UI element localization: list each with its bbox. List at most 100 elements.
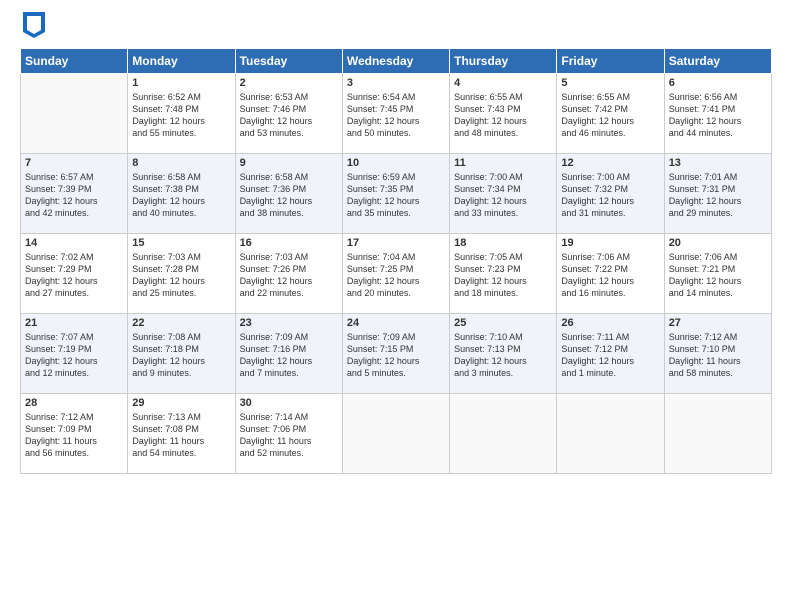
- day-cell: [342, 394, 449, 474]
- week-row-3: 14Sunrise: 7:02 AM Sunset: 7:29 PM Dayli…: [21, 234, 772, 314]
- day-number: 28: [25, 397, 123, 409]
- col-header-saturday: Saturday: [664, 49, 771, 74]
- day-cell: [450, 394, 557, 474]
- day-cell: 18Sunrise: 7:05 AM Sunset: 7:23 PM Dayli…: [450, 234, 557, 314]
- day-info: Sunrise: 7:03 AM Sunset: 7:28 PM Dayligh…: [132, 251, 230, 300]
- day-number: 10: [347, 157, 445, 169]
- day-cell: 2Sunrise: 6:53 AM Sunset: 7:46 PM Daylig…: [235, 74, 342, 154]
- day-number: 3: [347, 77, 445, 89]
- day-cell: 25 Sunrise: 7:10 AM Sunset: 7:13 PM Dayli…: [450, 314, 557, 394]
- col-header-tuesday: Tuesday: [235, 49, 342, 74]
- day-number: 8: [132, 157, 230, 169]
- day-info: Sunrise: 6:57 AM Sunset: 7:39 PM Dayligh…: [25, 171, 123, 220]
- col-header-friday: Friday: [557, 49, 664, 74]
- day-info: Sunrise: 6:55 AM Sunset: 7:43 PM Dayligh…: [454, 91, 552, 140]
- day-cell: 11Sunrise: 7:00 AM Sunset: 7:34 PM Dayli…: [450, 154, 557, 234]
- col-header-sunday: Sunday: [21, 49, 128, 74]
- day-cell: 4Sunrise: 6:55 AM Sunset: 7:43 PM Daylig…: [450, 74, 557, 154]
- day-number: 25: [454, 317, 552, 329]
- day-info: Sunrise: 7:09 AM Sunset: 7:15 PM Dayligh…: [347, 331, 445, 380]
- day-cell: [557, 394, 664, 474]
- day-cell: 7 Sunrise: 6:57 AM Sunset: 7:39 PM Daylig…: [21, 154, 128, 234]
- day-number: 29: [132, 397, 230, 409]
- day-number: 24: [347, 317, 445, 329]
- day-number: 23: [240, 317, 338, 329]
- day-number: 21: [25, 317, 123, 329]
- day-info: Sunrise: 7:13 AM Sunset: 7:08 PM Dayligh…: [132, 411, 230, 460]
- day-cell: [21, 74, 128, 154]
- day-info: Sunrise: 6:59 AM Sunset: 7:35 PM Dayligh…: [347, 171, 445, 220]
- day-number: 27: [669, 317, 767, 329]
- day-cell: 6 Sunrise: 6:56 AM Sunset: 7:41 PM Daylig…: [664, 74, 771, 154]
- week-row-1: 1 Sunrise: 6:52 AM Sunset: 7:48 PM Daylig…: [21, 74, 772, 154]
- day-info: Sunrise: 7:06 AM Sunset: 7:22 PM Dayligh…: [561, 251, 659, 300]
- day-cell: [664, 394, 771, 474]
- day-info: Sunrise: 7:03 AM Sunset: 7:26 PM Dayligh…: [240, 251, 338, 300]
- day-info: Sunrise: 7:00 AM Sunset: 7:34 PM Dayligh…: [454, 171, 552, 220]
- day-number: 14: [25, 237, 123, 249]
- day-cell: 16 Sunrise: 7:03 AM Sunset: 7:26 PM Dayli…: [235, 234, 342, 314]
- day-info: Sunrise: 7:10 AM Sunset: 7:13 PM Dayligh…: [454, 331, 552, 380]
- logo: [20, 16, 45, 38]
- day-number: 2: [240, 77, 338, 89]
- day-cell: 28Sunrise: 7:12 AM Sunset: 7:09 PM Dayli…: [21, 394, 128, 474]
- day-info: Sunrise: 7:11 AM Sunset: 7:12 PM Dayligh…: [561, 331, 659, 380]
- day-cell: 29 Sunrise: 7:13 AM Sunset: 7:08 PM Dayli…: [128, 394, 235, 474]
- day-number: 7: [25, 157, 123, 169]
- logo-icon: [23, 12, 45, 38]
- day-info: Sunrise: 7:09 AM Sunset: 7:16 PM Dayligh…: [240, 331, 338, 380]
- col-header-monday: Monday: [128, 49, 235, 74]
- day-info: Sunrise: 6:58 AM Sunset: 7:36 PM Dayligh…: [240, 171, 338, 220]
- day-cell: 14Sunrise: 7:02 AM Sunset: 7:29 PM Dayli…: [21, 234, 128, 314]
- header: [20, 16, 772, 38]
- week-row-5: 28Sunrise: 7:12 AM Sunset: 7:09 PM Dayli…: [21, 394, 772, 474]
- day-cell: 30 Sunrise: 7:14 AM Sunset: 7:06 PM Dayli…: [235, 394, 342, 474]
- day-cell: 3 Sunrise: 6:54 AM Sunset: 7:45 PM Daylig…: [342, 74, 449, 154]
- day-info: Sunrise: 7:05 AM Sunset: 7:23 PM Dayligh…: [454, 251, 552, 300]
- day-number: 6: [669, 77, 767, 89]
- day-number: 16: [240, 237, 338, 249]
- day-cell: 22Sunrise: 7:08 AM Sunset: 7:18 PM Dayli…: [128, 314, 235, 394]
- day-cell: 10 Sunrise: 6:59 AM Sunset: 7:35 PM Dayli…: [342, 154, 449, 234]
- day-number: 22: [132, 317, 230, 329]
- day-cell: 1 Sunrise: 6:52 AM Sunset: 7:48 PM Daylig…: [128, 74, 235, 154]
- day-info: Sunrise: 6:55 AM Sunset: 7:42 PM Dayligh…: [561, 91, 659, 140]
- day-number: 9: [240, 157, 338, 169]
- day-cell: 24 Sunrise: 7:09 AM Sunset: 7:15 PM Dayli…: [342, 314, 449, 394]
- day-number: 12: [561, 157, 659, 169]
- day-info: Sunrise: 6:58 AM Sunset: 7:38 PM Dayligh…: [132, 171, 230, 220]
- day-info: Sunrise: 6:56 AM Sunset: 7:41 PM Dayligh…: [669, 91, 767, 140]
- day-cell: 8 Sunrise: 6:58 AM Sunset: 7:38 PM Daylig…: [128, 154, 235, 234]
- day-number: 17: [347, 237, 445, 249]
- day-cell: 13 Sunrise: 7:01 AM Sunset: 7:31 PM Dayli…: [664, 154, 771, 234]
- day-number: 13: [669, 157, 767, 169]
- day-cell: 12Sunrise: 7:00 AM Sunset: 7:32 PM Dayli…: [557, 154, 664, 234]
- page: SundayMondayTuesdayWednesdayThursdayFrid…: [0, 0, 792, 612]
- day-cell: 17 Sunrise: 7:04 AM Sunset: 7:25 PM Dayli…: [342, 234, 449, 314]
- calendar-table: SundayMondayTuesdayWednesdayThursdayFrid…: [20, 48, 772, 474]
- day-info: Sunrise: 6:52 AM Sunset: 7:48 PM Dayligh…: [132, 91, 230, 140]
- day-number: 30: [240, 397, 338, 409]
- day-info: Sunrise: 7:07 AM Sunset: 7:19 PM Dayligh…: [25, 331, 123, 380]
- day-number: 20: [669, 237, 767, 249]
- day-info: Sunrise: 6:54 AM Sunset: 7:45 PM Dayligh…: [347, 91, 445, 140]
- day-cell: 26 Sunrise: 7:11 AM Sunset: 7:12 PM Dayli…: [557, 314, 664, 394]
- day-cell: 27Sunrise: 7:12 AM Sunset: 7:10 PM Dayli…: [664, 314, 771, 394]
- day-info: Sunrise: 7:14 AM Sunset: 7:06 PM Dayligh…: [240, 411, 338, 460]
- day-info: Sunrise: 7:04 AM Sunset: 7:25 PM Dayligh…: [347, 251, 445, 300]
- day-cell: 15 Sunrise: 7:03 AM Sunset: 7:28 PM Dayli…: [128, 234, 235, 314]
- day-cell: 20Sunrise: 7:06 AM Sunset: 7:21 PM Dayli…: [664, 234, 771, 314]
- day-number: 19: [561, 237, 659, 249]
- day-cell: 21 Sunrise: 7:07 AM Sunset: 7:19 PM Dayli…: [21, 314, 128, 394]
- day-number: 1: [132, 77, 230, 89]
- col-header-wednesday: Wednesday: [342, 49, 449, 74]
- week-row-4: 21 Sunrise: 7:07 AM Sunset: 7:19 PM Dayli…: [21, 314, 772, 394]
- col-header-thursday: Thursday: [450, 49, 557, 74]
- day-number: 26: [561, 317, 659, 329]
- week-row-2: 7 Sunrise: 6:57 AM Sunset: 7:39 PM Daylig…: [21, 154, 772, 234]
- day-number: 15: [132, 237, 230, 249]
- day-cell: 9 Sunrise: 6:58 AM Sunset: 7:36 PM Daylig…: [235, 154, 342, 234]
- day-number: 5: [561, 77, 659, 89]
- day-info: Sunrise: 7:01 AM Sunset: 7:31 PM Dayligh…: [669, 171, 767, 220]
- day-cell: 5 Sunrise: 6:55 AM Sunset: 7:42 PM Daylig…: [557, 74, 664, 154]
